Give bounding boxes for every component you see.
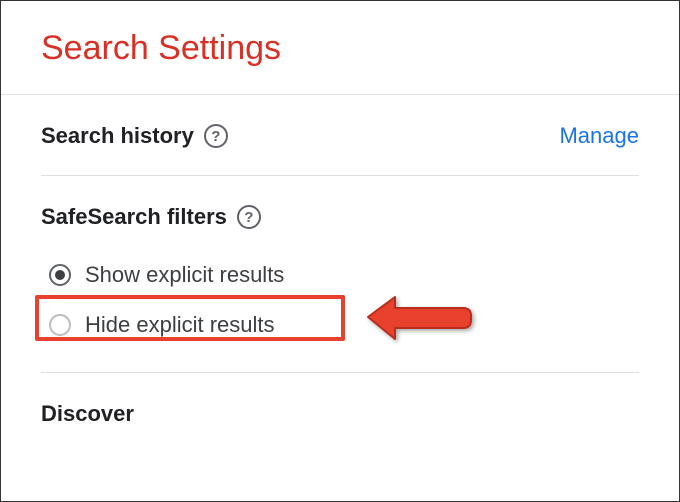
radio-label-hide: Hide explicit results bbox=[85, 312, 275, 338]
help-icon[interactable]: ? bbox=[237, 205, 261, 229]
radio-show-explicit[interactable]: Show explicit results bbox=[41, 254, 639, 296]
search-history-row: Search history ? Manage bbox=[41, 95, 639, 176]
radio-button-icon bbox=[49, 264, 71, 286]
radio-options: Show explicit results Hide explicit resu… bbox=[41, 254, 639, 346]
radio-selected-icon bbox=[55, 270, 65, 280]
safesearch-title: SafeSearch filters bbox=[41, 204, 227, 230]
safesearch-header: SafeSearch filters ? bbox=[41, 204, 639, 230]
radio-button-icon bbox=[49, 314, 71, 336]
header: Search Settings bbox=[1, 1, 679, 95]
settings-section: Search history ? Manage SafeSearch filte… bbox=[1, 95, 679, 455]
search-history-title: Search history bbox=[41, 123, 194, 149]
help-icon[interactable]: ? bbox=[204, 124, 228, 148]
safesearch-section: SafeSearch filters ? Show explicit resul… bbox=[41, 176, 639, 373]
page-title: Search Settings bbox=[41, 29, 639, 68]
radio-hide-explicit[interactable]: Hide explicit results bbox=[41, 304, 639, 346]
discover-title: Discover bbox=[41, 401, 134, 426]
discover-section: Discover bbox=[41, 373, 639, 455]
manage-link[interactable]: Manage bbox=[559, 123, 639, 149]
radio-label-show: Show explicit results bbox=[85, 262, 284, 288]
search-history-header: Search history ? bbox=[41, 123, 228, 149]
